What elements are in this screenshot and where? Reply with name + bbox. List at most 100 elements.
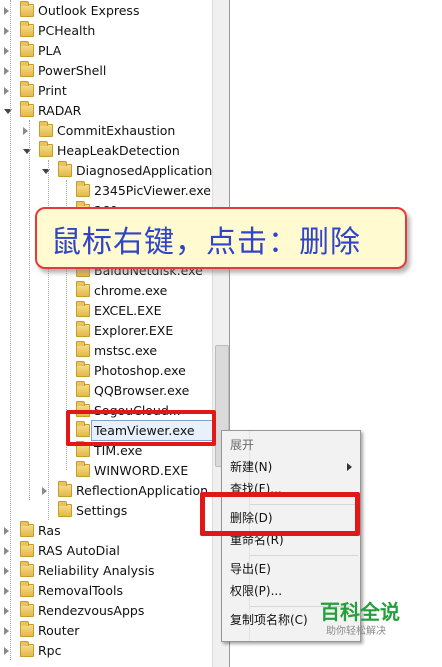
tree-item-label: EXCEL.EXE — [94, 303, 162, 318]
tree-item-label: chrome.exe — [94, 283, 168, 298]
folder-icon — [58, 501, 72, 517]
folder-icon — [39, 141, 53, 157]
tree-item-label: CommitExhaustion — [57, 123, 176, 138]
tree-connector — [10, 0, 11, 660]
folder-icon — [20, 561, 34, 577]
folder-icon — [20, 61, 34, 77]
expand-arrow-icon[interactable] — [4, 547, 9, 555]
menu-item[interactable]: 新建(N) — [230, 457, 272, 477]
tree-item[interactable]: PLA — [0, 41, 212, 61]
tree-item[interactable]: Photoshop.exe — [0, 361, 212, 381]
tree-item[interactable]: WINWORD.EXE — [0, 461, 212, 481]
watermark-title: 百科全说 — [320, 600, 400, 624]
tree-item-label: RAS AutoDial — [38, 543, 120, 558]
tree-item[interactable]: Settings — [0, 501, 212, 521]
tree-item[interactable]: QQBrowser.exe — [0, 381, 212, 401]
folder-icon — [76, 361, 90, 377]
tree-item-label: mstsc.exe — [94, 343, 158, 358]
tree-item-label: PCHealth — [38, 23, 96, 38]
expand-arrow-icon[interactable] — [4, 527, 9, 535]
tree-item[interactable]: CommitExhaustion — [0, 121, 212, 141]
tree-item[interactable]: mstsc.exe — [0, 341, 212, 361]
tree-item-label: RendezvousApps — [38, 603, 145, 618]
tree-item-label: Explorer.EXE — [94, 323, 174, 338]
tree-item-label: RemovalTools — [38, 583, 123, 598]
folder-icon — [76, 301, 90, 317]
tree-item[interactable]: Rpc — [0, 641, 212, 661]
tree-item-label: HeapLeakDetection — [57, 143, 180, 158]
folder-icon — [76, 381, 90, 397]
tree-item[interactable]: Reliability Analysis — [0, 561, 212, 581]
tree-item-label: DiagnosedApplications — [76, 163, 212, 178]
submenu-arrow-icon — [347, 463, 352, 471]
folder-icon — [20, 621, 34, 637]
menu-item[interactable]: 导出(E) — [230, 559, 271, 579]
tree-item-label: Reliability Analysis — [38, 563, 155, 578]
menu-item[interactable]: 权限(P)... — [230, 581, 282, 601]
tree-item-label: PowerShell — [38, 63, 107, 78]
tree-item[interactable]: PCHealth — [0, 21, 212, 41]
tree-item[interactable]: Ras — [0, 521, 212, 541]
tree-item[interactable]: PowerShell — [0, 61, 212, 81]
tree-item[interactable]: Outlook Express — [0, 1, 212, 21]
instruction-text: 鼠标右键，点击：删除 — [51, 225, 361, 260]
folder-icon — [76, 321, 90, 337]
folder-icon — [20, 601, 34, 617]
highlight-box-selected-key — [66, 410, 216, 446]
folder-icon — [20, 581, 34, 597]
instruction-banner: 鼠标右键，点击：删除 — [35, 207, 407, 269]
highlight-box-delete — [200, 492, 360, 536]
tree-item-label: Outlook Express — [38, 3, 140, 18]
tree-item-label: RADAR — [38, 103, 82, 118]
tree-item[interactable]: Print — [0, 81, 212, 101]
expand-arrow-icon[interactable] — [4, 647, 9, 655]
menu-item[interactable]: 展开 — [230, 435, 254, 455]
tree-item[interactable]: Router — [0, 621, 212, 641]
watermark-subtitle: 助你轻松解决 — [326, 626, 386, 637]
folder-icon — [20, 21, 34, 37]
tree-item-label: Settings — [76, 503, 128, 518]
menu-separator — [250, 555, 358, 556]
tree-item-label: Print — [38, 83, 67, 98]
tree-item[interactable]: 2345PicViewer.exe — [0, 181, 212, 201]
tree-item[interactable]: RADAR — [0, 101, 212, 121]
folder-icon — [58, 161, 72, 177]
folder-icon — [20, 101, 34, 117]
expand-arrow-icon[interactable] — [4, 627, 9, 635]
tree-item[interactable]: Explorer.EXE — [0, 321, 212, 341]
expand-arrow-icon[interactable] — [4, 7, 9, 15]
folder-icon — [76, 341, 90, 357]
registry-tree: Outlook Express PCHealth PLA PowerShell Prin… — [0, 0, 212, 667]
expand-arrow-icon[interactable] — [4, 47, 9, 55]
folder-icon — [58, 481, 72, 497]
expand-arrow-icon[interactable] — [4, 567, 9, 575]
tree-item[interactable]: RemovalTools — [0, 581, 212, 601]
tree-item-label: WINWORD.EXE — [94, 463, 189, 478]
tree-item[interactable]: HeapLeakDetection — [0, 141, 212, 161]
expand-arrow-icon[interactable] — [4, 67, 9, 75]
folder-icon — [20, 1, 34, 17]
tree-item[interactable]: chrome.exe — [0, 281, 212, 301]
expand-arrow-icon[interactable] — [23, 127, 28, 135]
tree-item-label: Ras — [38, 523, 61, 538]
tree-item[interactable]: EXCEL.EXE — [0, 301, 212, 321]
tree-item[interactable]: RAS AutoDial — [0, 541, 212, 561]
expand-arrow-icon[interactable] — [4, 587, 9, 595]
tree-item[interactable]: ReflectionApplication — [0, 481, 212, 501]
expand-arrow-icon[interactable] — [4, 87, 9, 95]
tree-item-label: Router — [38, 623, 80, 638]
folder-icon — [20, 641, 34, 657]
menu-item[interactable]: 复制项名称(C) — [230, 610, 308, 630]
tree-item-label: QQBrowser.exe — [94, 383, 190, 398]
expand-arrow-icon[interactable] — [4, 27, 9, 35]
tree-item[interactable]: DiagnosedApplications — [0, 161, 212, 181]
folder-icon — [20, 521, 34, 537]
tree-item-label: ReflectionApplication — [76, 483, 209, 498]
folder-icon — [20, 81, 34, 97]
expand-arrow-icon[interactable] — [4, 607, 9, 615]
expand-arrow-icon[interactable] — [42, 487, 47, 495]
tree-item[interactable]: RendezvousApps — [0, 601, 212, 621]
watermark: 百科全说 助你轻松解决 — [306, 594, 434, 642]
folder-icon — [20, 41, 34, 57]
tree-connector — [29, 120, 30, 500]
